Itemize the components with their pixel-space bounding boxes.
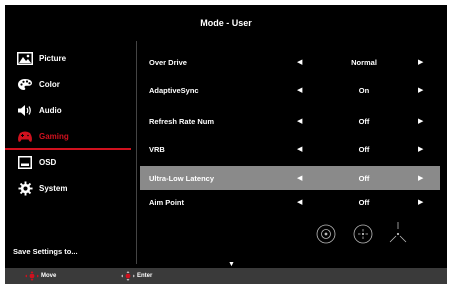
setting-row-vrb[interactable]: VRB ◀ Off ▶: [140, 137, 440, 161]
setting-value: Normal: [351, 57, 377, 67]
setting-row-over-drive[interactable]: Over Drive ◀ Normal ▶: [140, 50, 440, 74]
footer-move-label: Move: [41, 273, 57, 279]
osd-icon: [17, 155, 33, 169]
sidebar-item-label: System: [39, 183, 68, 193]
left-arrow-icon[interactable]: ◀: [297, 198, 302, 206]
sidebar-item-label: Audio: [39, 105, 62, 115]
sidebar-item-gaming[interactable]: Gaming: [5, 123, 136, 150]
sidebar-item-system[interactable]: System: [5, 175, 136, 201]
sidebar-item-label: Picture: [39, 53, 67, 63]
sidebar-item-picture[interactable]: Picture: [5, 45, 136, 71]
setting-name: AdaptiveSync: [149, 85, 199, 95]
osd-menu: Mode - User Picture Color Audio Gaming O…: [5, 5, 447, 284]
setting-name: Over Drive: [149, 57, 187, 67]
left-arrow-icon[interactable]: ◀: [297, 86, 302, 94]
setting-row-refresh-rate-num[interactable]: Refresh Rate Num ◀ Off ▶: [140, 109, 440, 133]
crosshair-tri-lines-icon[interactable]: [389, 222, 407, 243]
setting-name: Ultra-Low Latency: [149, 173, 215, 183]
right-arrow-icon[interactable]: ▶: [418, 86, 423, 94]
setting-name: VRB: [149, 144, 165, 154]
palette-icon: [17, 77, 33, 91]
setting-name: Refresh Rate Num: [149, 116, 215, 126]
setting-row-ultra-low-latency[interactable]: Ultra-Low Latency ◀ Off ▶: [140, 166, 440, 190]
divider: [136, 41, 137, 264]
setting-row-adaptivesync[interactable]: AdaptiveSync ◀ On ▶: [140, 78, 440, 102]
left-arrow-icon[interactable]: ◀: [297, 145, 302, 153]
picture-icon: [17, 51, 33, 65]
footer-enter: Enter: [121, 271, 152, 281]
menu-title: Mode - User: [200, 18, 252, 28]
sidebar-item-label: Gaming: [39, 131, 69, 141]
crosshair-circle-icon[interactable]: [353, 224, 373, 244]
setting-value: Off: [358, 197, 370, 207]
enter-joystick-icon: [121, 271, 135, 281]
setting-row-aim-point[interactable]: Aim Point ◀ Off ▶: [140, 190, 440, 214]
right-arrow-icon[interactable]: ▶: [418, 58, 423, 66]
sidebar-item-osd[interactable]: OSD: [5, 149, 136, 175]
setting-value: Off: [358, 173, 370, 183]
gear-icon: [17, 180, 33, 196]
right-arrow-icon[interactable]: ▶: [418, 174, 423, 182]
move-joystick-icon: [25, 271, 39, 281]
scroll-down-icon[interactable]: ▼: [228, 261, 235, 268]
speaker-icon: [17, 103, 33, 117]
save-settings-button[interactable]: Save Settings to...: [13, 247, 78, 256]
left-arrow-icon[interactable]: ◀: [297, 58, 302, 66]
setting-name: Aim Point: [149, 197, 184, 207]
right-arrow-icon[interactable]: ▶: [418, 117, 423, 125]
sidebar-item-label: Color: [39, 79, 60, 89]
gamepad-icon: [17, 129, 33, 143]
left-arrow-icon[interactable]: ◀: [297, 174, 302, 182]
right-arrow-icon[interactable]: ▶: [418, 198, 423, 206]
left-arrow-icon[interactable]: ◀: [297, 117, 302, 125]
footer-enter-label: Enter: [137, 273, 153, 279]
sidebar-item-label: OSD: [39, 157, 57, 167]
setting-value: Off: [358, 116, 370, 126]
aim-point-options: [316, 222, 407, 244]
footer-move: Move: [25, 271, 56, 281]
right-arrow-icon[interactable]: ▶: [418, 145, 423, 153]
sidebar-item-audio[interactable]: Audio: [5, 97, 136, 123]
footer-bar: Move Enter: [5, 268, 447, 284]
setting-value: Off: [358, 144, 370, 154]
crosshair-circle-dot-icon[interactable]: [316, 224, 336, 244]
sidebar-item-color[interactable]: Color: [5, 71, 136, 97]
setting-value: On: [358, 85, 370, 95]
